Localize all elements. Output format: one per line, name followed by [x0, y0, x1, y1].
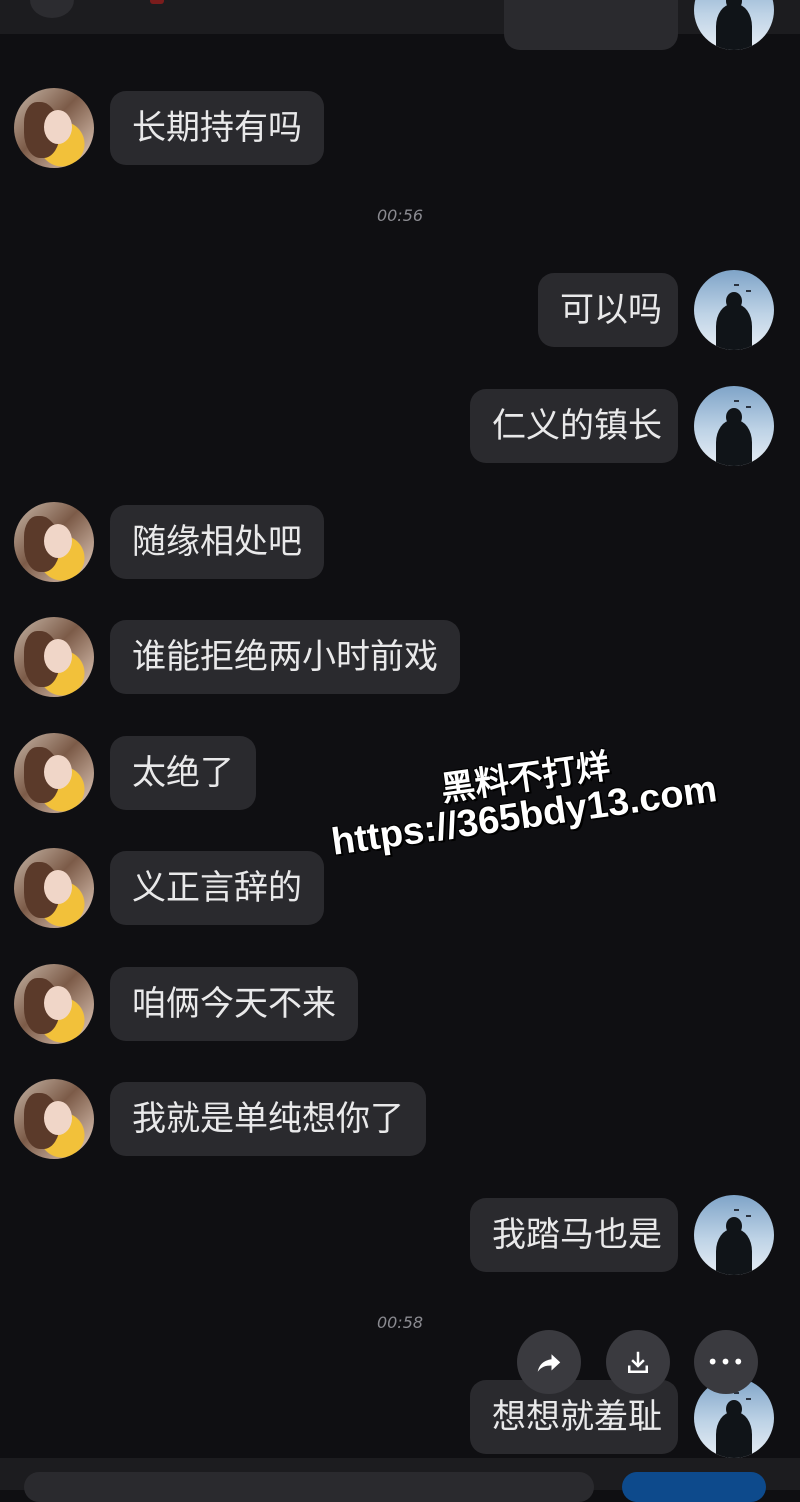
avatar[interactable]: [694, 270, 774, 350]
share-button[interactable]: [517, 1330, 581, 1394]
download-icon: [623, 1344, 653, 1379]
share-icon: [534, 1344, 564, 1379]
avatar[interactable]: [14, 88, 94, 168]
top-bar: [0, 0, 800, 34]
message-input[interactable]: [24, 1472, 594, 1502]
partial-avatar: [30, 0, 74, 18]
avatar[interactable]: [14, 733, 94, 813]
message-bubble[interactable]: 可以吗: [538, 273, 678, 347]
message-bubble[interactable]: 义正言辞的: [110, 851, 324, 925]
message-bubble[interactable]: 太绝了: [110, 736, 256, 810]
avatar[interactable]: [14, 964, 94, 1044]
timestamp: 00:58: [376, 1313, 424, 1332]
message-bubble[interactable]: 谁能拒绝两小时前戏: [110, 620, 460, 694]
more-button[interactable]: •••: [694, 1330, 758, 1394]
message-bubble[interactable]: 长期持有吗: [110, 91, 324, 165]
avatar[interactable]: [14, 617, 94, 697]
message-bubble[interactable]: 我就是单纯想你了: [110, 1082, 426, 1156]
message-bubble[interactable]: 咱俩今天不来: [110, 967, 358, 1041]
message-bubble[interactable]: 仁义的镇长: [470, 389, 678, 463]
message-bubble[interactable]: 我踏马也是: [470, 1198, 678, 1272]
send-button[interactable]: [622, 1472, 766, 1502]
partial-bubble: [504, 0, 678, 50]
avatar[interactable]: [14, 848, 94, 928]
avatar[interactable]: [694, 1195, 774, 1275]
avatar[interactable]: [694, 386, 774, 466]
partial-status: [150, 0, 164, 4]
message-bubble[interactable]: 随缘相处吧: [110, 505, 324, 579]
save-button[interactable]: [606, 1330, 670, 1394]
avatar[interactable]: [14, 502, 94, 582]
timestamp: 00:56: [376, 206, 424, 225]
partial-avatar-right: [694, 0, 774, 50]
avatar[interactable]: [14, 1079, 94, 1159]
